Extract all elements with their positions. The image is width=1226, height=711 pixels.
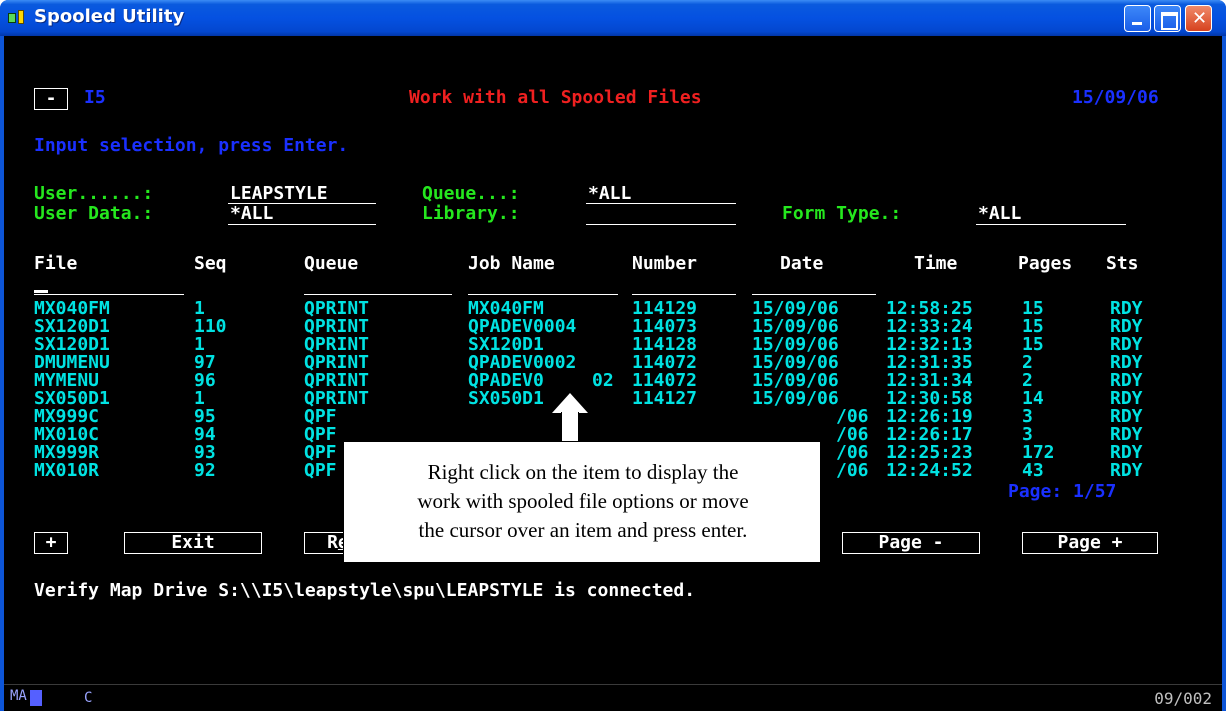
col-header-time: Time [914,253,958,274]
user-field[interactable]: LEAPSTYLE [230,184,328,204]
close-button[interactable]: ✕ [1185,5,1212,32]
app-icon [8,10,28,26]
expand-button[interactable]: + [34,532,68,554]
status-bar: MA C 09/002 [4,684,1222,711]
cell-date: /06 [836,460,869,481]
system-name: I5 [84,87,106,108]
cursor-position: 09/002 [1154,689,1212,708]
tooltip-line: Right click on the item to display the [427,460,739,484]
page-title: Work with all Spooled Files [409,87,702,108]
maximize-button[interactable] [1154,5,1181,32]
tooltip-line: the cursor over an item and press enter. [418,518,748,542]
app-window: Spooled Utility ✕ - I5 Work with all Spo… [0,0,1226,711]
header-date: 15/09/06 [1072,87,1159,108]
cell-queue: QPF [304,460,337,481]
cell-seq: 92 [194,460,216,481]
col-header-queue: Queue [304,253,359,274]
keyboard-lock-icon [30,690,42,706]
connection-indicator: C [84,690,93,706]
arrow-up-icon [552,393,588,413]
queue-label: Queue...: [422,183,520,204]
cell-time: 12:24:52 [886,460,973,481]
tooltip-line: work with spooled file options or move [417,489,749,513]
cell-pages: 43 [1022,460,1044,481]
user-data-label: User Data.: [34,203,154,224]
library-label: Library.: [422,203,520,224]
cell-number: 114127 [632,388,698,409]
col-header-sts: Sts [1106,253,1139,274]
user-label: User......: [34,183,154,204]
status-message: Verify Map Drive S:\\I5\leapstyle\spu\LE… [34,580,696,601]
col-header-job-name: Job Name [468,253,555,274]
exit-button[interactable]: Exit [124,532,262,554]
window-title: Spooled Utility [34,6,185,27]
cell-date: 15/09/06 [752,388,839,409]
cell-job-name-tail: 02 [592,370,614,391]
terminal-screen[interactable]: - I5 Work with all Spooled Files 15/09/0… [4,36,1222,684]
form-type-field[interactable]: *ALL [978,204,1021,224]
user-data-field[interactable]: *ALL [230,204,273,224]
arrow-stem [561,412,579,442]
title-bar[interactable]: Spooled Utility ✕ [0,0,1226,36]
cell-sts: RDY [1110,460,1143,481]
help-tooltip: Right click on the item to display the w… [343,441,821,563]
queue-field[interactable]: *ALL [588,184,631,204]
col-header-file: File [34,253,78,274]
cell-file: MX010R [34,460,100,481]
mode-indicator: MA [10,688,48,708]
form-type-label: Form Type.: [782,203,902,224]
minimize-button[interactable] [1124,5,1151,32]
col-header-date: Date [780,253,824,274]
page-up-button[interactable]: Page - [842,532,980,554]
instruction-text: Input selection, press Enter. [34,135,349,156]
col-header-seq: Seq [194,253,227,274]
page-down-button[interactable]: Page + [1022,532,1158,554]
cell-job-name: SX050D1 [468,388,544,409]
system-menu-button[interactable]: - [34,88,68,110]
col-header-pages: Pages [1018,253,1073,274]
col-header-number: Number [632,253,698,274]
close-icon: ✕ [1191,8,1208,29]
page-indicator: Page: 1/57 [1008,481,1117,502]
